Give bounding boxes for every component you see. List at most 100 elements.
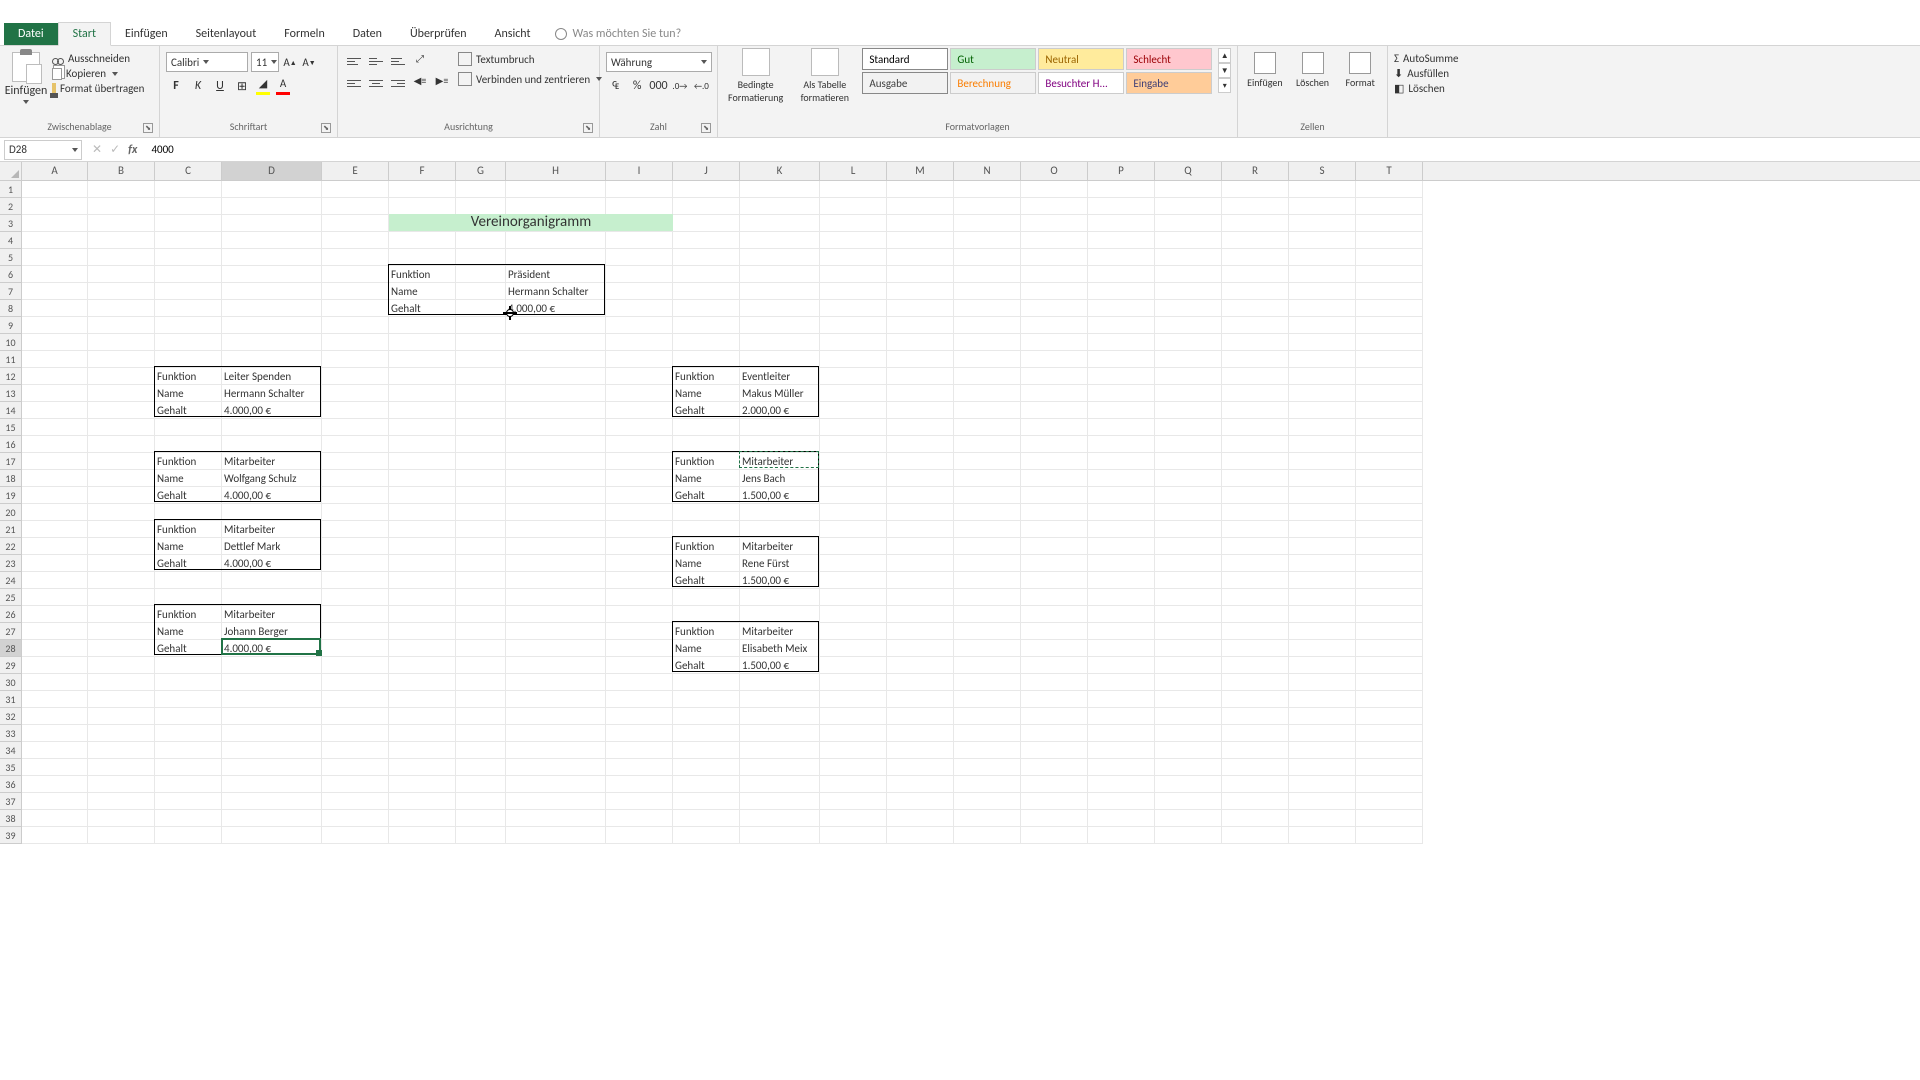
- cell-E34[interactable]: [322, 742, 389, 759]
- format-cells-button[interactable]: Format: [1339, 52, 1381, 89]
- cell-G34[interactable]: [456, 742, 506, 759]
- column-header-H[interactable]: H: [506, 162, 606, 180]
- cell-H7[interactable]: Hermann Schalter: [506, 283, 606, 300]
- cell-G4[interactable]: [456, 232, 506, 249]
- cell-D5[interactable]: [222, 249, 322, 266]
- row-header-16[interactable]: 16: [0, 436, 22, 453]
- cell-O10[interactable]: [1021, 334, 1088, 351]
- cell-C22[interactable]: Name: [155, 538, 222, 555]
- cell-E21[interactable]: [322, 521, 389, 538]
- cell-K39[interactable]: [740, 827, 820, 844]
- cell-K15[interactable]: [740, 419, 820, 436]
- cell-P22[interactable]: [1088, 538, 1155, 555]
- cell-O6[interactable]: [1021, 266, 1088, 283]
- column-header-D[interactable]: D: [222, 162, 322, 180]
- cell-L37[interactable]: [820, 793, 887, 810]
- cell-S37[interactable]: [1289, 793, 1356, 810]
- cell-T24[interactable]: [1356, 572, 1423, 589]
- cell-P21[interactable]: [1088, 521, 1155, 538]
- row-header-18[interactable]: 18: [0, 470, 22, 487]
- cell-A7[interactable]: [22, 283, 88, 300]
- cell-L6[interactable]: [820, 266, 887, 283]
- cell-Q2[interactable]: [1155, 198, 1222, 215]
- cell-O13[interactable]: [1021, 385, 1088, 402]
- cell-L9[interactable]: [820, 317, 887, 334]
- cell-D15[interactable]: [222, 419, 322, 436]
- cell-P26[interactable]: [1088, 606, 1155, 623]
- cell-D26[interactable]: Mitarbeiter: [222, 606, 322, 623]
- cell-F33[interactable]: [389, 725, 456, 742]
- cell-H13[interactable]: [506, 385, 606, 402]
- cell-C24[interactable]: [155, 572, 222, 589]
- cell-B4[interactable]: [88, 232, 155, 249]
- cell-D25[interactable]: [222, 589, 322, 606]
- cell-P27[interactable]: [1088, 623, 1155, 640]
- cell-K3[interactable]: [740, 215, 820, 232]
- cell-J34[interactable]: [673, 742, 740, 759]
- cell-T29[interactable]: [1356, 657, 1423, 674]
- cell-P13[interactable]: [1088, 385, 1155, 402]
- copy-button[interactable]: Kopieren: [52, 67, 144, 80]
- cell-A37[interactable]: [22, 793, 88, 810]
- cell-Q12[interactable]: [1155, 368, 1222, 385]
- cell-P19[interactable]: [1088, 487, 1155, 504]
- cell-S18[interactable]: [1289, 470, 1356, 487]
- cell-P7[interactable]: [1088, 283, 1155, 300]
- cell-S9[interactable]: [1289, 317, 1356, 334]
- row-header-30[interactable]: 30: [0, 674, 22, 691]
- cell-G29[interactable]: [456, 657, 506, 674]
- cell-J38[interactable]: [673, 810, 740, 827]
- increase-font-button[interactable]: A▲: [282, 52, 298, 72]
- cell-G24[interactable]: [456, 572, 506, 589]
- cell-O25[interactable]: [1021, 589, 1088, 606]
- cell-L10[interactable]: [820, 334, 887, 351]
- cell-D11[interactable]: [222, 351, 322, 368]
- cell-Q6[interactable]: [1155, 266, 1222, 283]
- cell-G25[interactable]: [456, 589, 506, 606]
- cell-K34[interactable]: [740, 742, 820, 759]
- cell-R11[interactable]: [1222, 351, 1289, 368]
- cell-T21[interactable]: [1356, 521, 1423, 538]
- cell-E6[interactable]: [322, 266, 389, 283]
- cell-K23[interactable]: Rene Fürst: [740, 555, 820, 572]
- cell-O12[interactable]: [1021, 368, 1088, 385]
- cell-E24[interactable]: [322, 572, 389, 589]
- cell-R39[interactable]: [1222, 827, 1289, 844]
- column-header-L[interactable]: L: [820, 162, 887, 180]
- cell-B38[interactable]: [88, 810, 155, 827]
- cell-O28[interactable]: [1021, 640, 1088, 657]
- cell-N10[interactable]: [954, 334, 1021, 351]
- cell-C2[interactable]: [155, 198, 222, 215]
- cell-G13[interactable]: [456, 385, 506, 402]
- cell-O21[interactable]: [1021, 521, 1088, 538]
- cell-O2[interactable]: [1021, 198, 1088, 215]
- cell-O36[interactable]: [1021, 776, 1088, 793]
- cell-G37[interactable]: [456, 793, 506, 810]
- cell-R22[interactable]: [1222, 538, 1289, 555]
- cell-N3[interactable]: [954, 215, 1021, 232]
- cell-S30[interactable]: [1289, 674, 1356, 691]
- cell-S22[interactable]: [1289, 538, 1356, 555]
- cell-B6[interactable]: [88, 266, 155, 283]
- cell-K20[interactable]: [740, 504, 820, 521]
- cell-S17[interactable]: [1289, 453, 1356, 470]
- tell-me-search[interactable]: Was möchten Sie tun?: [555, 27, 682, 41]
- cell-C6[interactable]: [155, 266, 222, 283]
- cell-H20[interactable]: [506, 504, 606, 521]
- cell-B8[interactable]: [88, 300, 155, 317]
- cell-H23[interactable]: [506, 555, 606, 572]
- cell-H8[interactable]: 4.000,00 €: [506, 300, 606, 317]
- cell-K14[interactable]: 2.000,00 €: [740, 402, 820, 419]
- cell-H15[interactable]: [506, 419, 606, 436]
- cell-P14[interactable]: [1088, 402, 1155, 419]
- cell-H3[interactable]: [506, 215, 606, 232]
- cell-C18[interactable]: Name: [155, 470, 222, 487]
- cell-P29[interactable]: [1088, 657, 1155, 674]
- cell-K18[interactable]: Jens Bach: [740, 470, 820, 487]
- cell-Q37[interactable]: [1155, 793, 1222, 810]
- cell-R5[interactable]: [1222, 249, 1289, 266]
- cell-B35[interactable]: [88, 759, 155, 776]
- cell-B9[interactable]: [88, 317, 155, 334]
- cell-H35[interactable]: [506, 759, 606, 776]
- row-header-25[interactable]: 25: [0, 589, 22, 606]
